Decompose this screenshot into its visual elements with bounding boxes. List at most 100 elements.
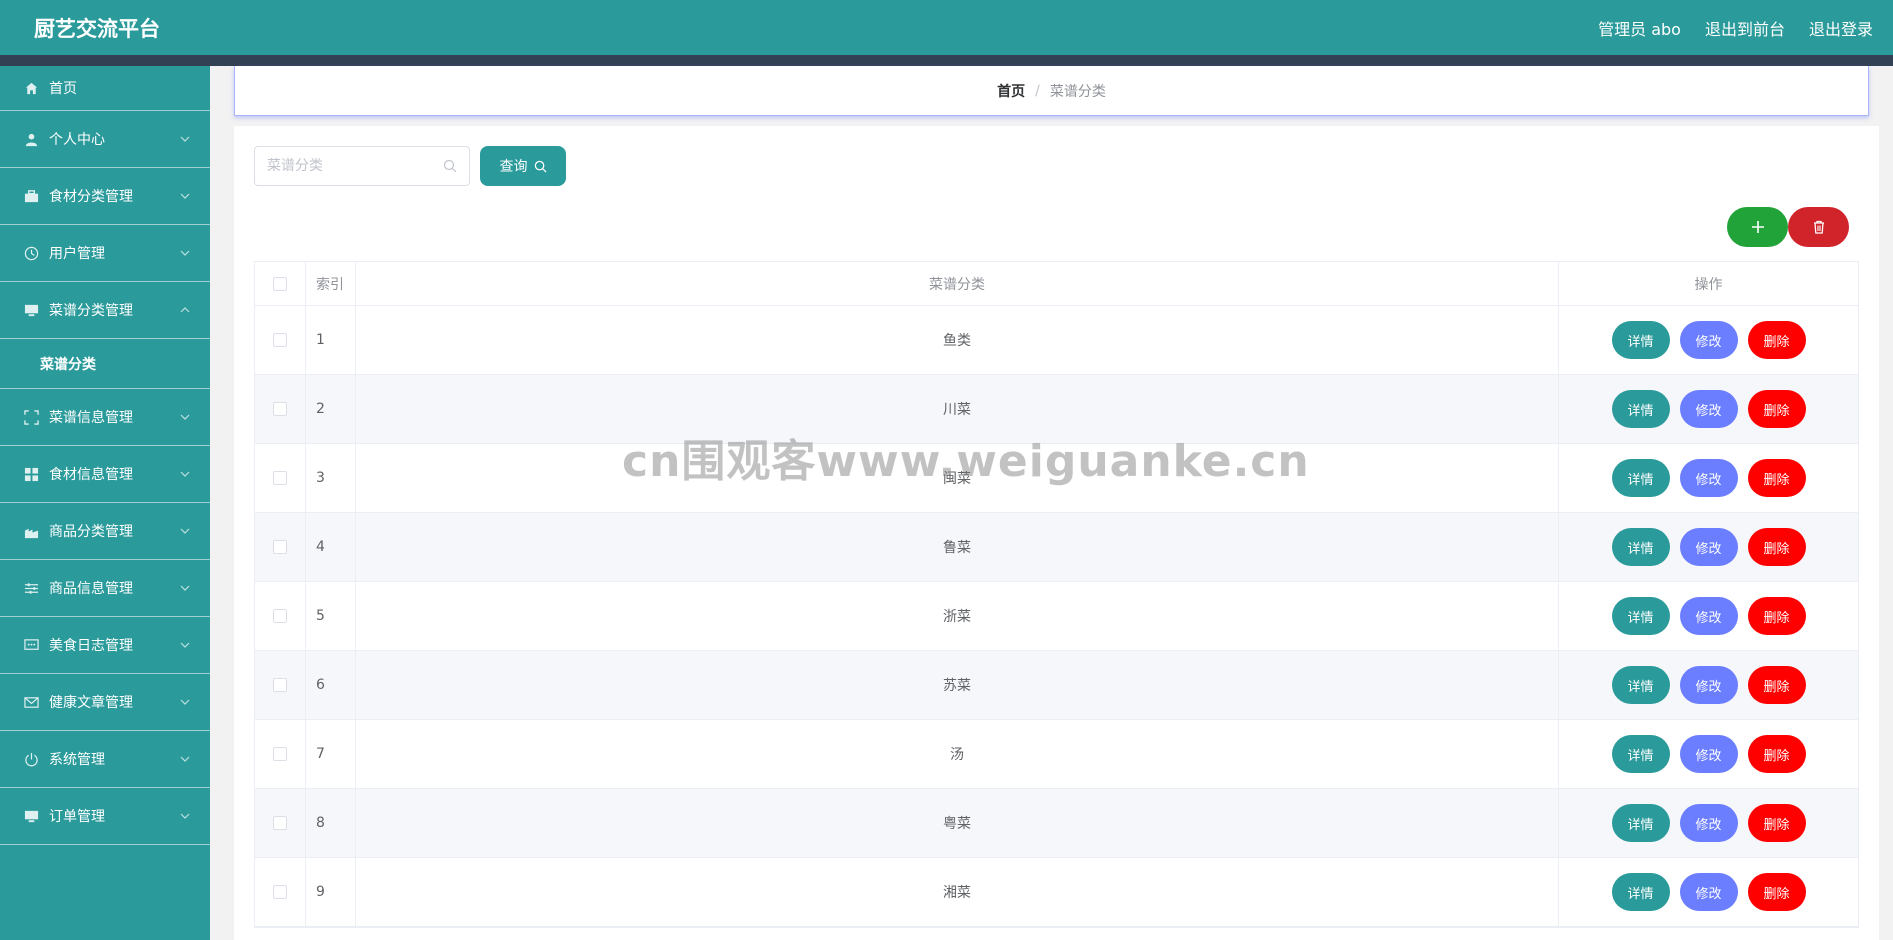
sidebar-item-label: 食材信息管理 [49, 467, 133, 483]
sidebar-item-product-category[interactable]: 商品分类管理 [0, 503, 210, 560]
query-button[interactable]: 查询 [480, 146, 566, 186]
sidebar-subitem-recipe-category[interactable]: 菜谱分类 [0, 339, 210, 389]
batch-delete-button[interactable] [1788, 207, 1849, 247]
chevron-down-icon [180, 585, 190, 591]
row-name: 湘菜 [356, 858, 1559, 926]
sidebar-item-food-log[interactable]: 美食日志管理 [0, 617, 210, 674]
row-index: 7 [306, 720, 356, 788]
row-name: 闽菜 [356, 444, 1559, 512]
edit-button[interactable]: 修改 [1679, 597, 1738, 635]
row-checkbox[interactable] [273, 609, 287, 623]
row-checkbox[interactable] [273, 816, 287, 830]
header-index: 索引 [306, 262, 356, 305]
sidebar-item-label: 用户管理 [49, 246, 105, 262]
sidebar-item-ingredient-category[interactable]: 食材分类管理 [0, 168, 210, 225]
add-button[interactable] [1727, 207, 1788, 247]
edit-button[interactable]: 修改 [1679, 390, 1738, 428]
edit-button[interactable]: 修改 [1679, 459, 1738, 497]
sidebar-item-ingredient-info[interactable]: 食材信息管理 [0, 446, 210, 503]
edit-button[interactable]: 修改 [1679, 666, 1738, 704]
row-checkbox[interactable] [273, 540, 287, 554]
sidebar-item-health-articles[interactable]: 健康文章管理 [0, 674, 210, 731]
detail-button[interactable]: 详情 [1611, 666, 1670, 704]
sidebar-item-system[interactable]: 系统管理 [0, 731, 210, 788]
header-name: 菜谱分类 [356, 262, 1559, 305]
delete-button[interactable]: 删除 [1747, 804, 1806, 842]
back-to-front-link[interactable]: 退出到前台 [1705, 16, 1785, 40]
chevron-down-icon [180, 136, 190, 142]
delete-button[interactable]: 删除 [1747, 390, 1806, 428]
breadcrumb: 首页 / 菜谱分类 [234, 66, 1869, 116]
sidebar-item-product-info[interactable]: 商品信息管理 [0, 560, 210, 617]
detail-button[interactable]: 详情 [1611, 873, 1670, 911]
delete-button[interactable]: 删除 [1747, 321, 1806, 359]
row-name: 鱼类 [356, 306, 1559, 374]
row-checkbox[interactable] [273, 402, 287, 416]
edit-button[interactable]: 修改 [1679, 735, 1738, 773]
chevron-down-icon [180, 250, 190, 256]
sidebar-subitem-label: 菜谱分类 [40, 356, 96, 373]
query-button-label: 查询 [499, 159, 528, 175]
delete-button[interactable]: 删除 [1747, 666, 1806, 704]
breadcrumb-home[interactable]: 首页 [997, 81, 1025, 101]
row-name: 粤菜 [356, 789, 1559, 857]
grid-icon [24, 467, 39, 482]
monitor-icon [24, 809, 39, 824]
detail-button[interactable]: 详情 [1611, 459, 1670, 497]
delete-button[interactable]: 删除 [1747, 528, 1806, 566]
user-icon [24, 132, 39, 147]
edit-button[interactable]: 修改 [1679, 321, 1738, 359]
delete-button[interactable]: 删除 [1747, 597, 1806, 635]
sidebar-item-orders[interactable]: 订单管理 [0, 788, 210, 845]
row-checkbox[interactable] [273, 333, 287, 347]
row-index: 3 [306, 444, 356, 512]
chevron-up-icon [180, 307, 190, 313]
sidebar-item-label: 系统管理 [49, 752, 105, 768]
row-checkbox[interactable] [273, 747, 287, 761]
row-checkbox[interactable] [273, 471, 287, 485]
detail-button[interactable]: 详情 [1611, 804, 1670, 842]
sidebar-item-profile[interactable]: 个人中心 [0, 111, 210, 168]
table-row: 1 鱼类 详情 修改 删除 [255, 306, 1858, 375]
delete-button[interactable]: 删除 [1747, 735, 1806, 773]
sidebar-item-label: 订单管理 [49, 809, 105, 825]
table-row: 5 浙菜 详情 修改 删除 [255, 582, 1858, 651]
table-row: 4 鲁菜 详情 修改 删除 [255, 513, 1858, 582]
sidebar-item-recipe-info[interactable]: 菜谱信息管理 [0, 389, 210, 446]
sidebar-item-home[interactable]: 首页 [0, 66, 210, 111]
row-name: 浙菜 [356, 582, 1559, 650]
factory-icon [24, 524, 39, 539]
search-box [254, 146, 470, 186]
edit-button[interactable]: 修改 [1679, 873, 1738, 911]
select-all-checkbox[interactable] [273, 276, 287, 291]
delete-button[interactable]: 删除 [1747, 873, 1806, 911]
power-icon [24, 752, 39, 767]
clock-icon [24, 246, 39, 261]
sidebar-item-label: 首页 [49, 81, 77, 97]
logout-link[interactable]: 退出登录 [1809, 16, 1873, 40]
content-panel: 查询 索引 菜谱分类 操作 1鱼类详情修改删除2川菜详情修改删除3闽菜详情修改删… [234, 126, 1879, 940]
detail-button[interactable]: 详情 [1611, 735, 1670, 773]
detail-button[interactable]: 详情 [1611, 528, 1670, 566]
row-index: 4 [306, 513, 356, 581]
sidebar-item-label: 菜谱信息管理 [49, 410, 133, 426]
main-area: 首页 / 菜谱分类 查询 索引 菜谱分类 操作 1鱼类详情修改删除2川菜详情修改… [210, 66, 1893, 940]
edit-button[interactable]: 修改 [1679, 528, 1738, 566]
trash-icon [1813, 220, 1824, 234]
delete-button[interactable]: 删除 [1747, 459, 1806, 497]
table-header: 索引 菜谱分类 操作 [255, 262, 1858, 306]
detail-button[interactable]: 详情 [1611, 321, 1670, 359]
header-ops: 操作 [1694, 276, 1723, 293]
row-checkbox[interactable] [273, 885, 287, 899]
briefcase-icon [24, 189, 39, 204]
expand-icon [24, 409, 39, 425]
row-checkbox[interactable] [273, 678, 287, 692]
sidebar-item-recipe-category[interactable]: 菜谱分类管理 [0, 282, 210, 339]
edit-button[interactable]: 修改 [1679, 804, 1738, 842]
sidebar-item-users[interactable]: 用户管理 [0, 225, 210, 282]
chevron-down-icon [180, 471, 190, 477]
detail-button[interactable]: 详情 [1611, 597, 1670, 635]
detail-button[interactable]: 详情 [1611, 390, 1670, 428]
search-input[interactable] [267, 158, 443, 174]
recipe-category-table: 索引 菜谱分类 操作 1 鱼类 详情 修改 删除 2 川菜 详情 修改 删除 3 闽菜 详情 修改 删除 4 鲁… [254, 261, 1859, 928]
